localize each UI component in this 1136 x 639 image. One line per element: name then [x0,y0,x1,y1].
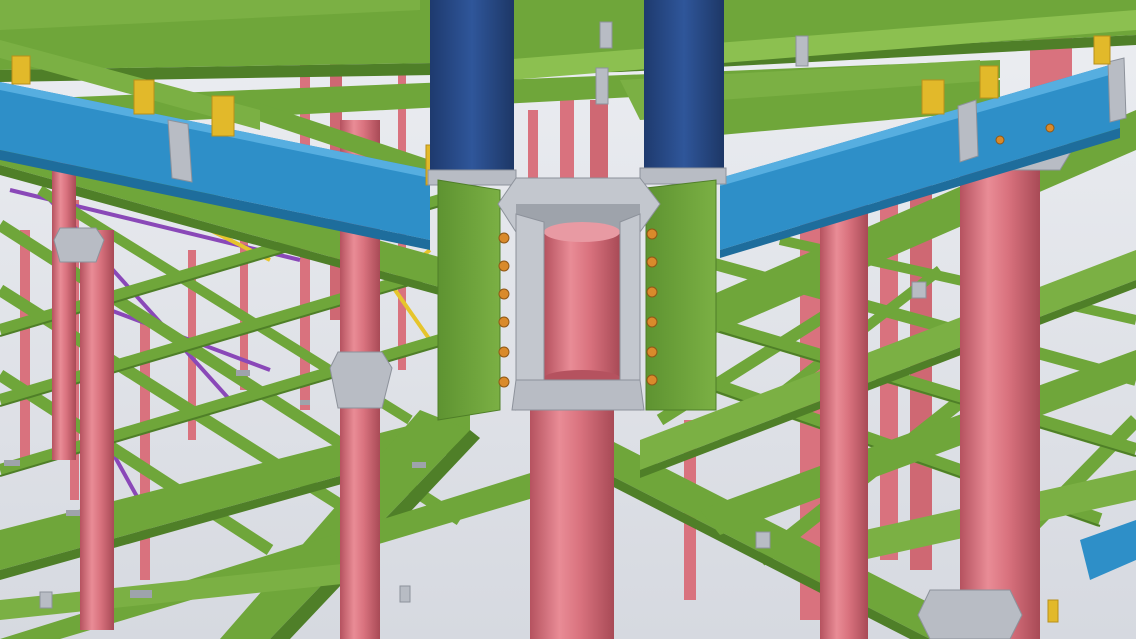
box-column-right [644,0,724,178]
node-left-plate [437,179,501,421]
column-center [530,380,614,639]
column-left-1 [52,130,76,460]
structural-steel-3d-model [0,0,1136,639]
column-right-near [960,140,1040,639]
column-right-far [820,180,868,639]
model-canvas [0,0,1136,639]
box-column-left [430,0,514,178]
node-inner-column [544,230,620,380]
central-node [437,177,717,421]
column-left-2 [80,230,114,630]
node-bottom-ring [511,379,645,411]
